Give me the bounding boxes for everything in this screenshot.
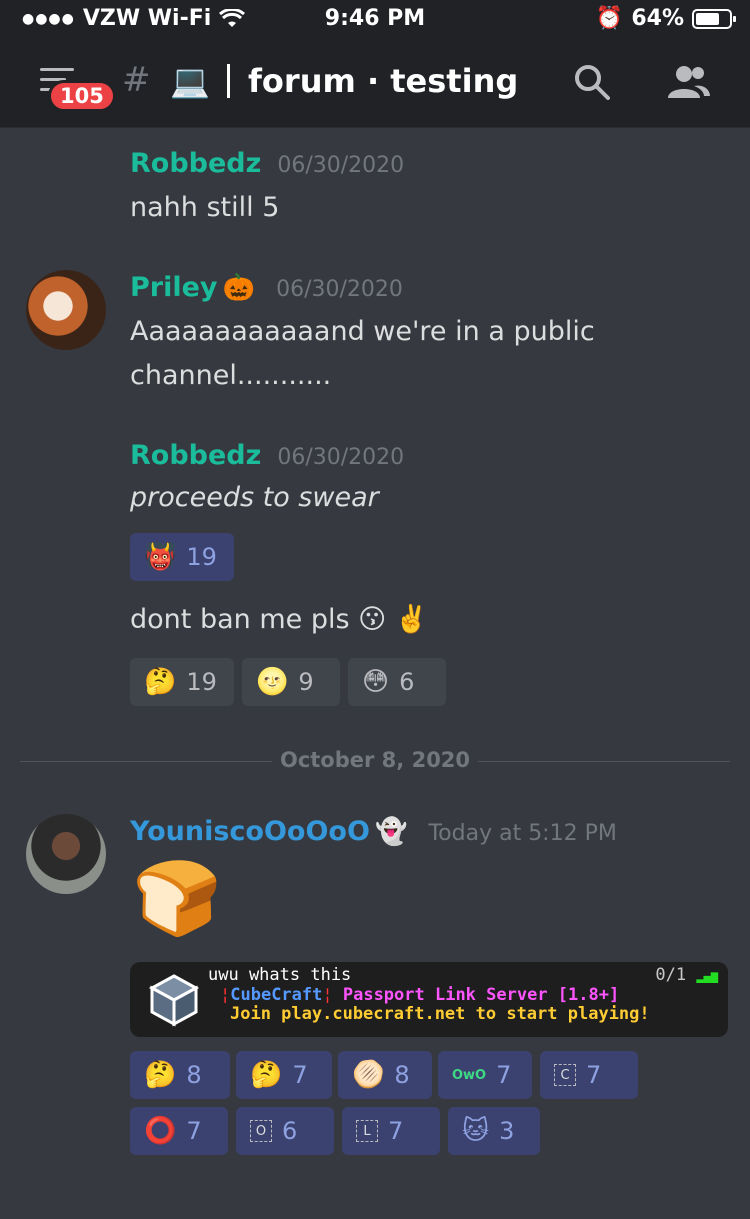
reaction-chip[interactable]: 😳 6 [348, 658, 446, 706]
bread-icon: 🫓 [352, 1060, 385, 1090]
cat-icon: 🐱 [462, 1116, 490, 1146]
reaction-count: 7 [388, 1117, 404, 1145]
reaction-chip[interactable]: 👹 19 [130, 533, 234, 581]
cube-icon [148, 974, 200, 1027]
embed-motd-line-3: Join play.cubecraft.net to start playing… [230, 1004, 650, 1024]
members-icon[interactable] [664, 64, 712, 100]
player-count: 0/1 ▂▄▆ [655, 965, 718, 985]
reaction-chip[interactable]: C 7 [540, 1051, 638, 1099]
ghost-icon: 👻 [375, 817, 408, 847]
timestamp: 06/30/2020 [276, 277, 403, 302]
signal-bars-icon: ▂▄▆ [696, 969, 718, 983]
reaction-chip[interactable]: O 6 [236, 1107, 334, 1155]
reaction-chip[interactable]: ⭕ 7 [130, 1107, 228, 1155]
alarm-icon: ⏰ [595, 6, 624, 31]
battery-percent: 64% [631, 6, 684, 31]
separator [227, 64, 230, 98]
timestamp: 06/30/2020 [277, 445, 405, 470]
reaction-chip[interactable]: 🤔 19 [130, 658, 234, 706]
owo-icon: OwO [452, 1067, 487, 1083]
avatar[interactable] [26, 814, 106, 894]
channel-title[interactable]: forum · testing [248, 62, 518, 100]
message-text: proceeds to swear [130, 482, 379, 513]
reaction-count: 19 [186, 543, 217, 571]
reaction-count: 7 [186, 1117, 202, 1145]
letter-l-icon: L [356, 1120, 378, 1142]
server-name: CubeCraft [230, 985, 323, 1005]
author-name[interactable]: Priley [130, 272, 218, 303]
shrek-icon: 👹 [144, 542, 177, 572]
reaction-count: 19 [186, 668, 217, 696]
server-embed[interactable]: uwu whats this ¦CubeCraft¦ Passport Link… [130, 962, 728, 1037]
author-name[interactable]: Robbedz [130, 440, 261, 471]
reaction-count: 6 [282, 1117, 298, 1145]
message-text: nahh still 5 [130, 192, 280, 223]
thinking-icon: 🤔 [144, 667, 177, 697]
reaction-chip[interactable]: 🤔 7 [236, 1051, 332, 1099]
message-text: dont ban me pls 😗 ✌️ [130, 604, 429, 635]
unread-badge: 105 [48, 80, 116, 112]
author-name[interactable]: YouniscoOoOoO [130, 816, 370, 847]
reaction-count: 7 [496, 1061, 512, 1089]
avatar[interactable] [26, 270, 106, 350]
flushed-icon: 😳 [362, 667, 390, 697]
reaction-count: 7 [292, 1061, 308, 1089]
battery-icon [692, 8, 736, 29]
message-text-line-2: channel........... [130, 360, 332, 391]
reaction-count: 6 [399, 668, 415, 696]
red-circle-icon: ⭕ [144, 1116, 177, 1146]
moon-face-icon: 🌝 [256, 667, 289, 697]
reaction-chip[interactable]: 🐱 3 [448, 1107, 540, 1155]
bread-sticker: 🍞 [132, 856, 222, 940]
search-icon[interactable] [574, 64, 610, 100]
reaction-chip[interactable]: L 7 [342, 1107, 440, 1155]
reaction-count: 7 [586, 1061, 602, 1089]
reaction-count: 8 [186, 1061, 202, 1089]
status-right: ⏰ 64% [595, 6, 736, 31]
letter-o-icon: O [250, 1120, 272, 1142]
embed-motd-line-1: uwu whats this [208, 965, 352, 985]
date-divider: October 8, 2020 [279, 748, 471, 772]
message-text-line-1: Aaaaaaaaaaaand we're in a public [130, 316, 595, 347]
reaction-chip[interactable]: 🤔 8 [130, 1051, 230, 1099]
reaction-chip[interactable]: OwO 7 [438, 1051, 532, 1099]
letter-c-icon: C [554, 1064, 576, 1086]
reaction-chip[interactable]: 🫓 8 [338, 1051, 432, 1099]
thinking-icon: 🤔 [250, 1060, 283, 1090]
timestamp: 06/30/2020 [277, 153, 405, 178]
player-count-text: 0/1 [655, 965, 687, 985]
channel-header: 105 # 💻 forum · testing [0, 40, 750, 128]
author-name[interactable]: Robbedz [130, 148, 261, 179]
locked-channel-icon: # [122, 60, 151, 100]
reaction-count: 9 [298, 668, 314, 696]
pumpkin-icon: 🎃 [222, 273, 255, 303]
status-bar: ●●●● VZW Wi-Fi 9:46 PM ⏰ 64% [0, 0, 750, 40]
thinking-icon: 🤔 [144, 1060, 177, 1090]
divider-line-right [478, 761, 730, 762]
server-subtitle: Passport Link Server [1.8+] [342, 985, 620, 1005]
timestamp: Today at 5:12 PM [428, 821, 617, 846]
laptop-icon: 💻 [170, 62, 210, 100]
embed-motd-line-2: ¦CubeCraft¦ Passport Link Server [1.8+] [220, 985, 620, 1005]
reaction-count: 3 [499, 1117, 515, 1145]
reaction-chip[interactable]: 🌝 9 [242, 658, 340, 706]
reaction-count: 8 [394, 1061, 410, 1089]
